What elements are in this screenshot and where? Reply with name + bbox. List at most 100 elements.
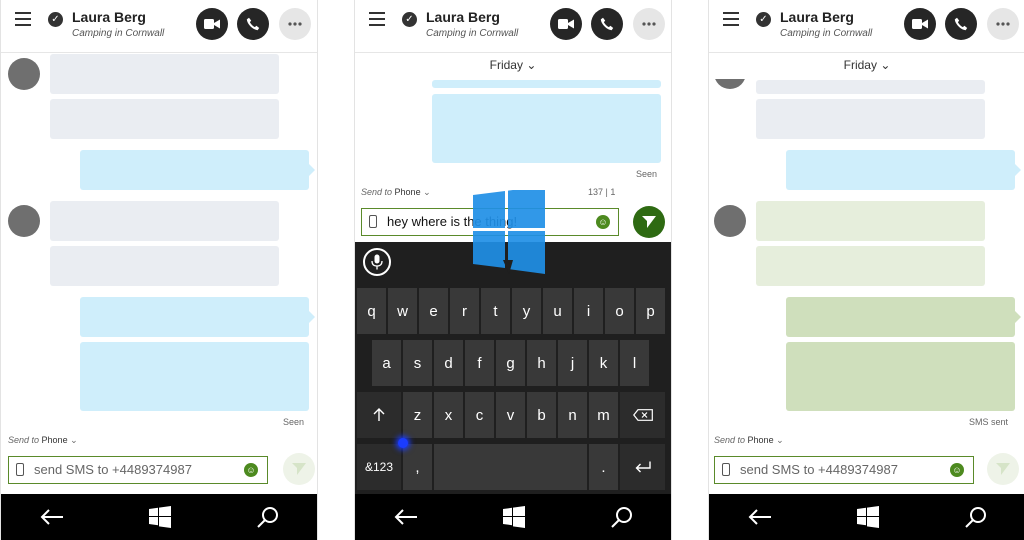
key-h[interactable]: h <box>527 340 556 386</box>
incoming-message-bubble[interactable] <box>756 99 985 139</box>
back-button[interactable] <box>39 504 65 530</box>
enter-key[interactable] <box>620 444 665 490</box>
contact-avatar[interactable] <box>8 205 40 237</box>
more-options-button[interactable] <box>633 8 665 40</box>
call-button[interactable] <box>591 8 623 40</box>
menu-icon[interactable] <box>369 12 385 26</box>
key-m[interactable]: m <box>589 392 618 438</box>
key-o[interactable]: o <box>605 288 634 334</box>
incoming-message-bubble[interactable] <box>50 201 279 241</box>
contact-name[interactable]: Laura Berg <box>72 9 146 25</box>
key-g[interactable]: g <box>496 340 525 386</box>
day-label-text: Friday <box>843 58 877 72</box>
key-l[interactable]: l <box>620 340 649 386</box>
send-to-selector[interactable]: Send to Phone ⌄ <box>8 435 78 446</box>
key-u[interactable]: u <box>543 288 572 334</box>
period-key[interactable]: . <box>589 444 618 490</box>
contact-name[interactable]: Laura Berg <box>780 9 854 25</box>
key-d[interactable]: d <box>434 340 463 386</box>
sms-sent-status: SMS sent <box>969 417 1009 427</box>
key-x[interactable]: x <box>434 392 463 438</box>
outgoing-sms-bubble[interactable] <box>786 342 1015 411</box>
incoming-message-bubble[interactable] <box>50 99 279 139</box>
incoming-sms-bubble[interactable] <box>756 246 985 286</box>
send-button[interactable] <box>633 206 665 238</box>
microphone-button[interactable] <box>363 248 391 276</box>
outgoing-message-bubble[interactable] <box>432 94 661 163</box>
backspace-icon <box>632 409 653 421</box>
key-t[interactable]: t <box>481 288 510 334</box>
outgoing-message-bubble[interactable] <box>80 342 309 411</box>
key-v[interactable]: v <box>496 392 525 438</box>
key-p[interactable]: p <box>636 288 665 334</box>
search-button[interactable] <box>255 504 281 530</box>
outgoing-message-bubble[interactable] <box>432 80 661 88</box>
key-f[interactable]: f <box>465 340 494 386</box>
back-button[interactable] <box>747 504 773 530</box>
search-button[interactable] <box>609 504 635 530</box>
more-options-button[interactable] <box>987 8 1019 40</box>
key-k[interactable]: k <box>589 340 618 386</box>
windows-button[interactable] <box>855 504 881 530</box>
send-to-selector[interactable]: Send to Phone ⌄ <box>714 435 784 446</box>
shift-key[interactable] <box>357 392 401 438</box>
menu-icon[interactable] <box>15 12 31 26</box>
key-n[interactable]: n <box>558 392 587 438</box>
incoming-sms-bubble[interactable] <box>756 201 985 241</box>
phone-icon <box>369 215 377 228</box>
windows-button[interactable] <box>501 504 527 530</box>
send-button[interactable] <box>987 453 1019 485</box>
video-call-button[interactable] <box>904 8 936 40</box>
incoming-message-bubble[interactable] <box>756 80 985 94</box>
outgoing-message-bubble[interactable] <box>80 297 309 337</box>
chevron-down-icon: ⌄ <box>70 435 78 445</box>
key-z[interactable]: z <box>403 392 432 438</box>
outgoing-sms-bubble[interactable] <box>786 297 1015 337</box>
windows-button[interactable] <box>147 504 173 530</box>
key-b[interactable]: b <box>527 392 556 438</box>
message-input[interactable]: send SMS to +4489374987 ☺ <box>714 456 974 484</box>
call-button[interactable] <box>945 8 977 40</box>
emoji-icon[interactable]: ☺ <box>950 463 964 477</box>
day-separator[interactable]: Friday ⌄ <box>355 58 671 72</box>
system-nav-bar <box>709 494 1024 540</box>
symbols-key[interactable]: &123 <box>357 444 401 490</box>
back-button[interactable] <box>393 504 419 530</box>
emoji-icon[interactable]: ☺ <box>596 215 610 229</box>
contact-avatar[interactable] <box>8 58 40 90</box>
key-e[interactable]: e <box>419 288 448 334</box>
key-i[interactable]: i <box>574 288 603 334</box>
incoming-message-bubble[interactable] <box>50 54 279 94</box>
outgoing-message-bubble[interactable] <box>80 150 309 190</box>
key-w[interactable]: w <box>388 288 417 334</box>
key-r[interactable]: r <box>450 288 479 334</box>
key-q[interactable]: q <box>357 288 386 334</box>
call-button[interactable] <box>237 8 269 40</box>
search-icon <box>965 507 986 528</box>
menu-icon[interactable] <box>723 12 739 26</box>
send-button[interactable] <box>283 453 315 485</box>
contact-avatar[interactable] <box>714 205 746 237</box>
day-separator[interactable]: Friday ⌄ <box>709 58 1024 72</box>
video-call-button[interactable] <box>550 8 582 40</box>
send-to-selector[interactable]: Send to Phone ⌄ <box>361 187 431 198</box>
key-y[interactable]: y <box>512 288 541 334</box>
send-to-target: Phone <box>394 187 421 197</box>
space-key[interactable] <box>434 444 587 490</box>
emoji-icon[interactable]: ☺ <box>244 463 258 477</box>
video-call-button[interactable] <box>196 8 228 40</box>
more-options-button[interactable] <box>279 8 311 40</box>
key-j[interactable]: j <box>558 340 587 386</box>
key-c[interactable]: c <box>465 392 494 438</box>
incoming-message-bubble[interactable] <box>50 246 279 286</box>
comma-key[interactable]: , <box>403 444 432 490</box>
message-input[interactable]: send SMS to +4489374987 ☺ <box>8 456 268 484</box>
search-button[interactable] <box>963 504 989 530</box>
backspace-key[interactable] <box>620 392 665 438</box>
key-a[interactable]: a <box>372 340 401 386</box>
send-to-target: Phone <box>41 435 68 445</box>
key-s[interactable]: s <box>403 340 432 386</box>
send-to-prefix: Send to <box>714 435 746 445</box>
outgoing-message-bubble[interactable] <box>786 150 1015 190</box>
contact-name[interactable]: Laura Berg <box>426 9 500 25</box>
